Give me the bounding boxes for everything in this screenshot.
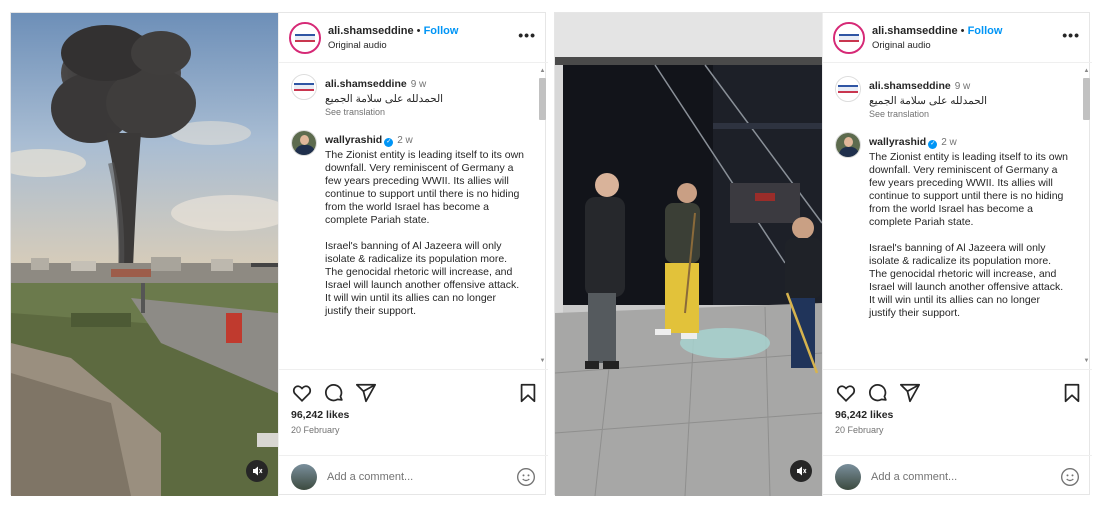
post-header: ali.shamseddine • Follow Original audio … xyxy=(279,13,548,63)
current-user-avatar xyxy=(291,464,317,490)
comment-paragraph: The Zionist entity is leading itself to … xyxy=(325,149,525,226)
scroll-down-arrow-icon[interactable]: ▼ xyxy=(1083,358,1090,364)
comments-scrollbar[interactable]: ▲ ▼ xyxy=(539,68,546,364)
more-options-icon[interactable]: ••• xyxy=(518,27,536,43)
action-icons-row xyxy=(835,382,1085,404)
scroll-up-arrow-icon[interactable]: ▲ xyxy=(1083,68,1090,74)
comment-icon[interactable] xyxy=(323,382,345,404)
see-translation-link[interactable]: See translation xyxy=(325,107,525,117)
heart-icon[interactable] xyxy=(835,382,857,404)
current-user-avatar xyxy=(835,464,861,490)
mute-icon[interactable] xyxy=(790,460,812,482)
follow-button[interactable]: Follow xyxy=(424,25,459,37)
comment-avatar[interactable] xyxy=(291,74,317,100)
comments-list[interactable]: ali.shamseddine 9 w الحمدلله على سلامة ال… xyxy=(279,64,548,369)
comment-paragraph: Israel's banning of Al Jazeera will only… xyxy=(325,240,520,317)
post-video-office[interactable] xyxy=(555,13,822,496)
share-icon[interactable] xyxy=(899,382,921,404)
verified-badge-icon: ✓ xyxy=(384,138,394,147)
author-avatar[interactable] xyxy=(833,22,865,54)
comment-paragraph: The Zionist entity is leading itself to … xyxy=(869,151,1069,228)
mute-icon[interactable] xyxy=(246,460,268,482)
post-video-smoke[interactable] xyxy=(11,13,278,496)
see-translation-link[interactable]: See translation xyxy=(869,109,1069,119)
emoji-icon[interactable] xyxy=(516,467,536,487)
heart-icon[interactable] xyxy=(291,382,313,404)
bookmark-icon[interactable] xyxy=(517,382,539,404)
likes-count[interactable]: 96,242 likes xyxy=(291,409,349,421)
comment-text: The Zionist entity is leading itself to … xyxy=(325,149,525,318)
comment-input[interactable] xyxy=(327,468,497,486)
comment-username[interactable]: wallyrashid xyxy=(869,136,926,148)
comment-text: الحمدلله على سلامة الجميع xyxy=(869,95,988,107)
action-icons-row xyxy=(291,382,541,404)
post-side-panel: ali.shamseddine • Follow Original audio … xyxy=(278,13,548,496)
audio-label[interactable]: Original audio xyxy=(328,40,387,51)
author-username[interactable]: ali.shamseddine xyxy=(872,25,958,37)
scroll-thumb[interactable] xyxy=(539,78,546,120)
author-username[interactable]: ali.shamseddine xyxy=(328,25,414,37)
comment-paragraph: Israel's banning of Al Jazeera will only… xyxy=(869,242,1064,319)
post-date: 20 February xyxy=(835,425,884,435)
comment-time: 2 w xyxy=(941,137,957,148)
post-actions: 96,242 likes 20 February xyxy=(823,369,1092,496)
post-date: 20 February xyxy=(291,425,340,435)
audio-label[interactable]: Original audio xyxy=(872,40,931,51)
comment-text: الحمدلله على سلامة الجميع xyxy=(325,93,444,105)
comment-avatar[interactable] xyxy=(835,76,861,102)
comment-time: 9 w xyxy=(410,79,427,90)
comment-avatar[interactable] xyxy=(291,130,317,156)
share-icon[interactable] xyxy=(355,382,377,404)
comments-list[interactable]: ali.shamseddine 9 w الحمدلله على سلامة ال… xyxy=(823,64,1092,369)
comment-username[interactable]: ali.shamseddine xyxy=(325,78,407,90)
instagram-post-left: ali.shamseddine • Follow Original audio … xyxy=(10,12,548,496)
comment-username[interactable]: ali.shamseddine xyxy=(869,80,951,92)
bookmark-icon[interactable] xyxy=(1061,382,1083,404)
post-side-panel: ali.shamseddine • Follow Original audio … xyxy=(822,13,1092,496)
comment-icon[interactable] xyxy=(867,382,889,404)
add-comment-bar xyxy=(279,455,548,497)
verified-badge-icon: ✓ xyxy=(928,140,938,149)
scroll-thumb[interactable] xyxy=(1083,78,1090,120)
emoji-icon[interactable] xyxy=(1060,467,1080,487)
separator-dot: • xyxy=(416,25,421,37)
comments-scrollbar[interactable]: ▲ ▼ xyxy=(1083,68,1090,364)
follow-button[interactable]: Follow xyxy=(968,25,1003,37)
instagram-post-right: ali.shamseddine • Follow Original audio … xyxy=(554,12,1092,496)
comment-avatar[interactable] xyxy=(835,132,861,158)
scroll-down-arrow-icon[interactable]: ▼ xyxy=(539,358,546,364)
author-avatar[interactable] xyxy=(289,22,321,54)
comment-username[interactable]: wallyrashid xyxy=(325,134,382,146)
likes-count[interactable]: 96,242 likes xyxy=(835,409,893,421)
comment-time: 9 w xyxy=(954,81,971,92)
scroll-up-arrow-icon[interactable]: ▲ xyxy=(539,68,546,74)
more-options-icon[interactable]: ••• xyxy=(1062,27,1080,43)
comment-time: 2 w xyxy=(397,135,413,146)
comment-text: The Zionist entity is leading itself to … xyxy=(869,151,1069,320)
separator-dot: • xyxy=(960,25,965,37)
post-actions: 96,242 likes 20 February xyxy=(279,369,548,496)
add-comment-bar xyxy=(823,455,1092,497)
comment-input[interactable] xyxy=(871,468,1041,486)
post-header: ali.shamseddine • Follow Original audio … xyxy=(823,13,1092,63)
